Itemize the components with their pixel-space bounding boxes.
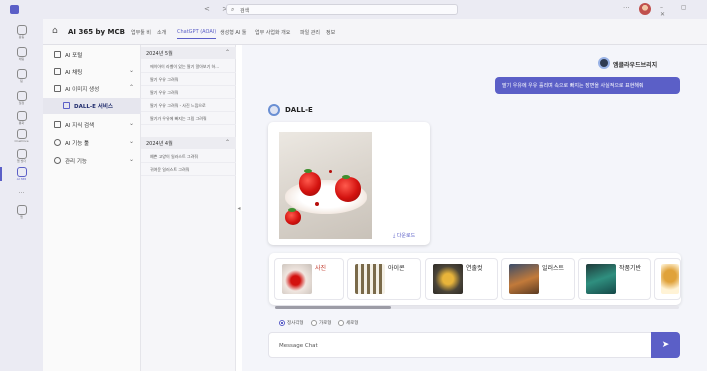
tab-chatgpt[interactable]: ChatGPT (AOAI)	[177, 29, 217, 39]
menu-item-ai-chat[interactable]: AI 채팅 ⌄	[43, 64, 141, 80]
history-item[interactable]: 에이아이 라벨이 있는 딸기 알아보기 하...	[141, 61, 236, 73]
category-scrollbar-thumb[interactable]	[275, 306, 391, 309]
chevron-up-icon: ⌃	[225, 139, 231, 146]
category-photo[interactable]: 사진	[274, 258, 344, 300]
calendar-icon	[16, 91, 27, 101]
menu-item-knowledge-search[interactable]: AI 지식 검색 ⌄	[43, 117, 141, 133]
rail-item-teams[interactable]: 팀	[0, 67, 43, 89]
category-artwork[interactable]: 작품기반	[578, 258, 651, 300]
avatar[interactable]	[639, 3, 651, 15]
apps-icon	[16, 149, 27, 159]
chat-icon	[16, 47, 27, 57]
more-icon: ···	[18, 190, 25, 197]
search-input[interactable]: ⌕ 검색	[226, 4, 458, 15]
chevron-down-icon: ⌄	[129, 120, 135, 127]
chevron-down-icon: ⌄	[129, 67, 135, 74]
category-thumbnail	[433, 264, 463, 294]
search-text: 검색	[240, 8, 250, 14]
chat-icon	[54, 68, 61, 75]
message-input-box	[268, 332, 680, 358]
rail-item-ai365[interactable]: AI 365	[0, 165, 43, 187]
ai365-icon	[16, 167, 27, 177]
history-item[interactable]: 딸기 우유 그려줘	[141, 87, 236, 99]
category-icon[interactable]: 아이콘	[347, 258, 421, 300]
teams-logo-icon	[10, 5, 19, 14]
image-icon	[54, 85, 61, 92]
document-search-icon	[54, 121, 61, 128]
message-input[interactable]	[279, 341, 639, 351]
feature-menu: AI 포털 AI 채팅 ⌄ AI 이미지 생성 ⌃ DALL-E 서비스 AI …	[43, 45, 141, 371]
dalle-avatar	[268, 104, 280, 116]
menu-item-ai-tools[interactable]: AI 기능 툴 ⌄	[43, 135, 141, 151]
chevron-down-icon: ⌄	[129, 156, 135, 163]
more-options-button[interactable]: ···	[623, 4, 630, 12]
title-bar: < > ⌕ 검색 ··· – ▢ ✕	[0, 0, 707, 19]
store-icon	[16, 205, 27, 215]
tab-files[interactable]: 파일 관리	[300, 29, 320, 36]
tab-info[interactable]: 정보	[326, 29, 335, 36]
menu-item-admin[interactable]: 관리 기능 ⌄	[43, 153, 141, 169]
teams-icon	[16, 69, 27, 79]
history-panel: 2024년 5월 ⌃ 에이아이 라벨이 있는 딸기 알아보기 하... 딸기 우…	[141, 45, 236, 371]
generated-strawberry-image[interactable]	[279, 132, 372, 239]
home-icon[interactable]: ⌂	[52, 26, 63, 37]
window-controls[interactable]: – ▢ ✕	[660, 4, 707, 18]
app-rail: 활동 채팅 팀 일정 통화 OneDrive 앱 빌더 AI 365 ··· 앱	[0, 19, 43, 371]
app-header: ⌂ AI 365 by MCB 업무툴 비 소개 ChatGPT (AOAI) …	[43, 19, 707, 45]
chevron-up-icon: ⌃	[129, 84, 135, 91]
category-thumbnail	[586, 264, 616, 294]
bell-icon	[16, 25, 27, 35]
search-icon: ⌕	[231, 6, 235, 13]
category-thumbnail	[282, 264, 312, 294]
history-group-april[interactable]: 2024년 4월 ⌃	[141, 137, 236, 149]
dalle-icon	[63, 102, 70, 109]
send-button[interactable]: ➤	[651, 332, 680, 358]
history-item[interactable]: 딸기 우유 그려줘	[141, 74, 236, 86]
chevron-down-icon: ⌄	[129, 138, 135, 145]
bot-name: 엠클라우드브리지	[613, 62, 658, 69]
category-thumbnail	[661, 264, 679, 294]
gear-icon	[54, 157, 61, 164]
send-icon: ➤	[661, 340, 670, 350]
menu-item-ai-image[interactable]: AI 이미지 생성 ⌃	[43, 81, 141, 97]
menu-item-dalle[interactable]: DALL-E 서비스	[43, 98, 141, 114]
user-message-bubble: 딸기 우유에 우유 흘리며 속으로 빠지는 장면을 사실적으로 표현해줘	[495, 77, 680, 94]
rail-item-activity[interactable]: 활동	[0, 23, 43, 45]
category-thumbnail	[355, 264, 385, 294]
menu-item-ai-portal[interactable]: AI 포털	[43, 47, 141, 63]
user-message-text: 딸기 우유에 우유 흘리며 속으로 빠지는 장면을 사실적으로 표현해줘	[502, 83, 644, 89]
rail-item-chat[interactable]: 채팅	[0, 45, 43, 67]
page-title: AI 365 by MCB	[68, 28, 125, 36]
chevron-up-icon: ⌃	[225, 49, 231, 56]
rail-item-calendar[interactable]: 일정	[0, 89, 43, 111]
phone-icon	[16, 111, 27, 121]
rail-item-onedrive[interactable]: OneDrive	[0, 127, 43, 149]
tab-about[interactable]: 소개	[157, 29, 166, 36]
cloud-icon	[16, 129, 27, 139]
tab-tools[interactable]: 업무툴 비	[131, 29, 151, 36]
tab-business[interactable]: 업무 사업화 개요	[255, 29, 290, 36]
history-item[interactable]: 딸기가 우유에 빠지는 그림 그려줘	[141, 113, 236, 125]
assistant-name: DALL-E	[285, 106, 313, 114]
category-illustration[interactable]: 일러스트	[501, 258, 575, 300]
history-item[interactable]: 딸기 우유 그려줘 - 사진 느낌으로	[141, 100, 236, 112]
tab-genai-tools[interactable]: 생성형 AI 툴	[220, 29, 246, 36]
tools-icon	[54, 139, 61, 146]
portal-icon	[54, 51, 61, 58]
rail-item-apps[interactable]: 앱	[0, 203, 43, 225]
history-item[interactable]: 예쁜 고양이 일러스트 그려줘	[141, 151, 236, 163]
generated-image-card	[268, 122, 430, 245]
history-item[interactable]: 귀여운 일러스트 그려줘	[141, 164, 236, 176]
category-scene[interactable]: 연출컷	[425, 258, 498, 300]
category-thumbnail	[509, 264, 539, 294]
category-more[interactable]	[654, 258, 681, 300]
download-link[interactable]: ⤓ 다운로드	[393, 232, 415, 239]
history-group-may[interactable]: 2024년 5월 ⌃	[141, 47, 236, 59]
bot-avatar	[598, 57, 610, 69]
